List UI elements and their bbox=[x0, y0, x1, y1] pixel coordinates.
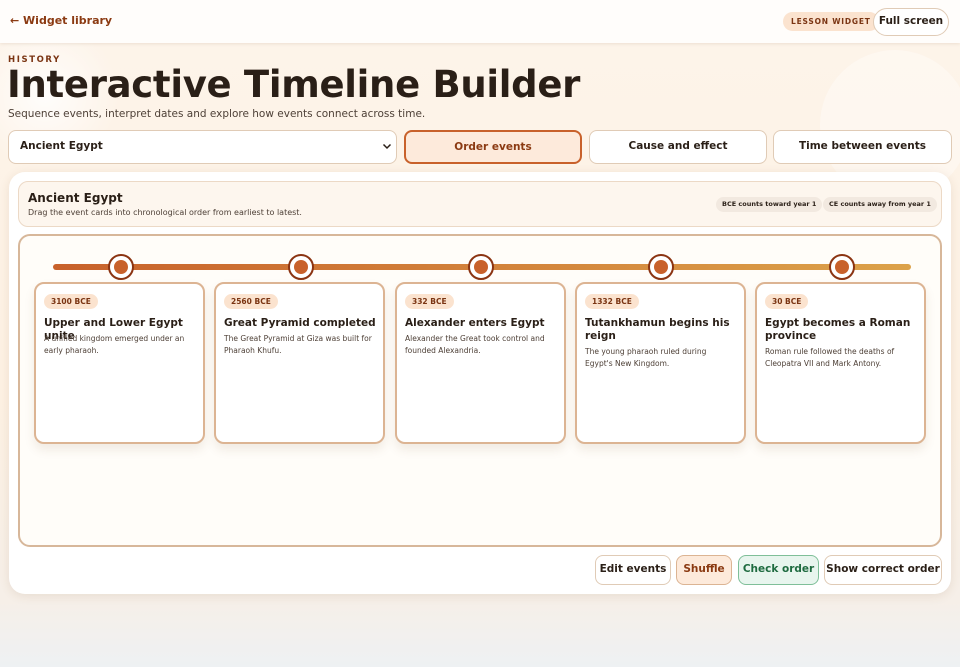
event-date-badge: 2560 BCE bbox=[224, 294, 278, 309]
event-title: Alexander enters Egypt bbox=[405, 317, 545, 329]
timeline-marker bbox=[829, 254, 855, 280]
event-description: The Great Pyramid at Giza was built for … bbox=[224, 334, 372, 355]
show-correct-order-button[interactable]: Show correct order bbox=[824, 555, 942, 585]
chevron-down-icon bbox=[382, 131, 392, 176]
event-card[interactable]: 332 BCE Alexander enters Egypt Alexander… bbox=[395, 282, 566, 444]
page-subtitle: Sequence events, interpret dates and exp… bbox=[8, 108, 426, 120]
full-screen-button[interactable]: Full screen bbox=[873, 8, 949, 36]
page-title: Interactive Timeline Builder bbox=[7, 63, 581, 106]
ce-hint-chip: CE counts away from year 1 bbox=[823, 197, 937, 212]
event-card[interactable]: 2560 BCE Great Pyramid completed The Gre… bbox=[214, 282, 385, 444]
topic-title: Ancient Egypt bbox=[28, 191, 123, 205]
edit-events-button[interactable]: Edit events bbox=[595, 555, 671, 585]
timeline-board: 3100 BCE Upper and Lower Egypt unite A u… bbox=[18, 234, 942, 547]
instructions-text: Drag the event cards into chronological … bbox=[28, 208, 302, 217]
mode-order-events-button[interactable]: Order events bbox=[404, 130, 582, 164]
lesson-widget-badge: LESSON WIDGET bbox=[783, 12, 879, 31]
event-date-badge: 30 BCE bbox=[765, 294, 809, 309]
event-description: Alexander the Great took control and fou… bbox=[405, 334, 545, 355]
topic-select-value: Ancient Egypt bbox=[20, 140, 103, 152]
event-title: Great Pyramid completed bbox=[224, 317, 376, 329]
topic-select[interactable]: Ancient Egypt bbox=[8, 130, 397, 164]
mode-cause-and-effect-button[interactable]: Cause and effect bbox=[589, 130, 767, 164]
timeline-marker bbox=[648, 254, 674, 280]
timeline-marker bbox=[288, 254, 314, 280]
bce-hint-chip: BCE counts toward year 1 bbox=[716, 197, 823, 212]
topic-info-box: Ancient Egypt Drag the event cards into … bbox=[18, 181, 942, 227]
back-to-widget-library-link[interactable]: ← Widget library bbox=[10, 14, 112, 27]
event-card[interactable]: 3100 BCE Upper and Lower Egypt unite A u… bbox=[34, 282, 205, 444]
event-date-badge: 332 BCE bbox=[405, 294, 454, 309]
top-bar: ← Widget library LESSON WIDGET Full scre… bbox=[0, 0, 960, 43]
timeline-marker bbox=[468, 254, 494, 280]
event-date-badge: 3100 BCE bbox=[44, 294, 98, 309]
event-date-badge: 1332 BCE bbox=[585, 294, 639, 309]
event-description: Roman rule followed the deaths of Cleopa… bbox=[765, 347, 895, 368]
event-title: Egypt becomes a Roman province bbox=[765, 317, 911, 342]
mode-time-between-events-button[interactable]: Time between events bbox=[773, 130, 952, 164]
timeline-marker bbox=[108, 254, 134, 280]
check-order-button[interactable]: Check order bbox=[738, 555, 819, 585]
event-title: Tutankhamun begins his reign bbox=[585, 317, 730, 342]
event-card[interactable]: 30 BCE Egypt becomes a Roman province Ro… bbox=[755, 282, 926, 444]
event-description: A unified kingdom emerged under an early… bbox=[44, 334, 185, 355]
event-description: The young pharaoh ruled during Egypt's N… bbox=[585, 347, 707, 368]
event-card[interactable]: 1332 BCE Tutankhamun begins his reign Th… bbox=[575, 282, 746, 444]
shuffle-button[interactable]: Shuffle bbox=[676, 555, 732, 585]
